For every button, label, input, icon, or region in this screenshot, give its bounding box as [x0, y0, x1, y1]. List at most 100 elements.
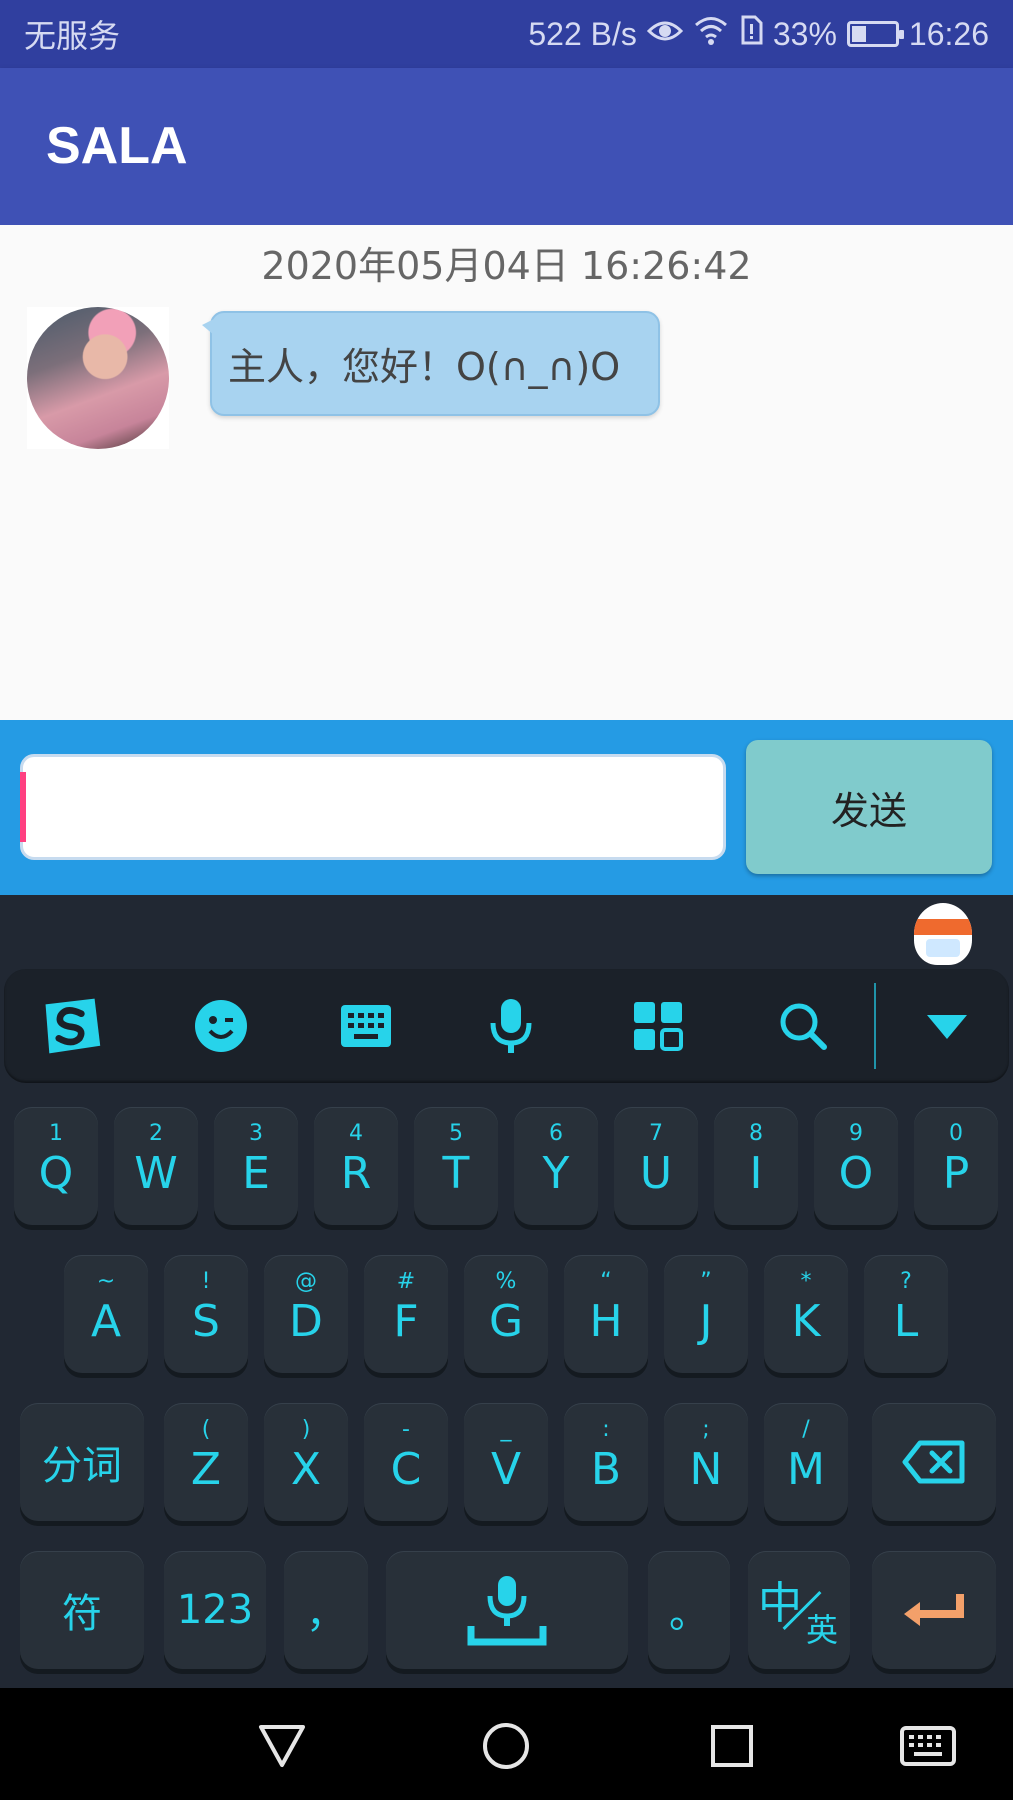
key-k[interactable]: * K — [764, 1255, 848, 1373]
home-icon[interactable] — [476, 1716, 536, 1776]
key-e[interactable]: 3E — [214, 1107, 298, 1225]
alert-sim-icon — [739, 15, 763, 53]
key-hint: # — [396, 1269, 416, 1294]
eye-icon — [646, 16, 683, 53]
app-bar: SALA — [0, 68, 1013, 225]
key-hint: ; — [702, 1417, 710, 1442]
keyboard-icon[interactable] — [333, 993, 399, 1059]
key-label: O — [838, 1148, 874, 1199]
key-v[interactable]: _ V — [464, 1403, 548, 1521]
key-numbers[interactable]: 123 — [164, 1551, 266, 1669]
key-u[interactable]: 7U — [614, 1107, 698, 1225]
message-input[interactable] — [20, 754, 726, 860]
key-q[interactable]: 1Q — [14, 1107, 98, 1225]
key-hint: * — [800, 1269, 812, 1294]
key-label: X — [290, 1444, 322, 1495]
chat-list[interactable]: 2020年05月04日 16:26:42 主人，您好！O(∩_∩)O — [0, 225, 1013, 720]
key-s[interactable]: ! S — [164, 1255, 248, 1373]
key-label: M — [787, 1444, 825, 1495]
network-speed: 522 B/s — [528, 15, 637, 52]
battery-percent: 33% — [772, 15, 837, 52]
key-r[interactable]: 4R — [314, 1107, 398, 1225]
keyboard-switch-icon[interactable] — [898, 1716, 958, 1776]
key-label: 分词 — [42, 1443, 122, 1489]
lang-en-label: 英 — [805, 1611, 838, 1649]
key-f[interactable]: # F — [364, 1255, 448, 1373]
key-label: H — [589, 1296, 623, 1347]
enter-icon — [872, 1551, 996, 1669]
search-icon[interactable] — [770, 993, 836, 1059]
apps-grid-icon[interactable] — [625, 993, 691, 1059]
key-label: J — [699, 1296, 713, 1347]
key-d[interactable]: @ D — [264, 1255, 348, 1373]
battery-icon — [846, 21, 904, 47]
voice-space-icon — [386, 1551, 628, 1669]
key-backspace[interactable] — [872, 1403, 996, 1521]
key-label: R — [340, 1148, 372, 1199]
key-j[interactable]: ” J — [664, 1255, 748, 1373]
key-fenci[interactable]: 分词 — [20, 1403, 144, 1521]
recents-icon[interactable] — [702, 1716, 762, 1776]
emoji-icon[interactable] — [188, 993, 254, 1059]
key-y[interactable]: 6Y — [514, 1107, 598, 1225]
key-hint: 2 — [149, 1121, 163, 1146]
key-label: D — [289, 1296, 323, 1347]
key-c[interactable]: -C — [364, 1403, 448, 1521]
key-label: W — [134, 1148, 178, 1199]
key-period[interactable]: 。 — [648, 1551, 730, 1669]
key-enter[interactable] — [872, 1551, 996, 1669]
microphone-icon[interactable] — [478, 993, 544, 1059]
key-label: Q — [38, 1148, 74, 1199]
key-hint: % — [495, 1269, 517, 1294]
key-hint: 7 — [649, 1121, 663, 1146]
key-label: U — [639, 1148, 673, 1199]
key-label: L — [893, 1296, 919, 1347]
key-hint: 9 — [849, 1121, 863, 1146]
text-caret — [20, 772, 26, 842]
backspace-icon — [872, 1403, 996, 1521]
sogou-logo-icon[interactable] — [38, 993, 104, 1059]
toolbar-divider — [874, 983, 876, 1069]
avatar[interactable] — [27, 307, 169, 449]
mascot-icon[interactable] — [914, 903, 972, 965]
key-symbols[interactable]: 符 — [20, 1551, 144, 1669]
soft-keyboard: 1 Q 2 W 3 E 4 R 5 T 6 Y 7 U 8 I 9 O 0 P ~ A! S @ D # F% G “H” J * K? L 分词… — [0, 895, 1013, 1688]
key-label: N — [689, 1444, 723, 1495]
key-label: S — [192, 1296, 220, 1347]
key-label: 符 — [62, 1591, 102, 1637]
key-hint: ” — [700, 1269, 712, 1294]
key-hint: 1 — [49, 1121, 63, 1146]
key-z[interactable]: (Z — [164, 1403, 248, 1521]
key-o[interactable]: 9O — [814, 1107, 898, 1225]
key-i[interactable]: 8I — [714, 1107, 798, 1225]
key-n[interactable]: ; N — [664, 1403, 748, 1521]
key-comma[interactable]: ， — [284, 1551, 368, 1669]
key-hint: ~ — [96, 1269, 116, 1294]
key-hint: ( — [201, 1417, 211, 1442]
key-label: 123 — [176, 1587, 254, 1633]
key-a[interactable]: ~ A — [64, 1255, 148, 1373]
key-label: Z — [190, 1444, 222, 1495]
back-icon[interactable] — [252, 1716, 312, 1776]
key-h[interactable]: “H — [564, 1255, 648, 1373]
key-w[interactable]: 2W — [114, 1107, 198, 1225]
key-l[interactable]: ? L — [864, 1255, 948, 1373]
collapse-keyboard-icon[interactable] — [914, 993, 980, 1059]
key-label: 。 — [669, 1591, 709, 1637]
key-p[interactable]: 0P — [914, 1107, 998, 1225]
wifi-icon — [693, 15, 729, 53]
key-x[interactable]: ) X — [264, 1403, 348, 1521]
key-g[interactable]: % G — [464, 1255, 548, 1373]
key-lang-switch[interactable]: 中英 — [748, 1551, 850, 1669]
status-icons: 522 B/s 33% 16:26 — [528, 15, 989, 53]
key-hint: : — [602, 1417, 610, 1442]
navigation-bar — [0, 1688, 1013, 1800]
key-m[interactable]: / M — [764, 1403, 848, 1521]
key-b[interactable]: :B — [564, 1403, 648, 1521]
key-label: F — [393, 1296, 419, 1347]
send-button[interactable]: 发送 — [746, 740, 992, 874]
key-space-voice[interactable] — [386, 1551, 628, 1669]
key-t[interactable]: 5T — [414, 1107, 498, 1225]
message-bubble[interactable]: 主人，您好！O(∩_∩)O — [202, 311, 660, 416]
key-hint: 8 — [749, 1121, 763, 1146]
